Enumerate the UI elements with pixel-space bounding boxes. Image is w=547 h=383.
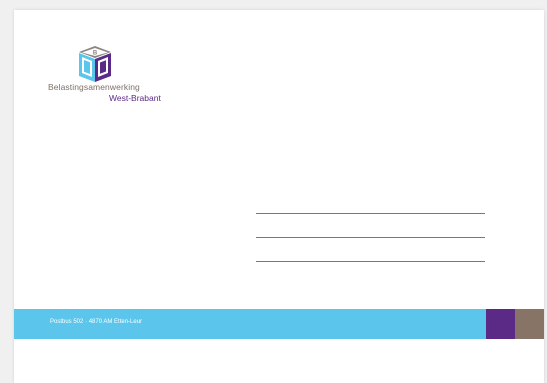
- logo-region: West-Brabant: [109, 93, 161, 103]
- address-line-3: [256, 261, 485, 262]
- footer-taupe-block: [515, 309, 544, 339]
- footer-bar: Postbus 502 · 4870 AM Etten-Leur: [14, 309, 544, 339]
- footer-address: Postbus 502 · 4870 AM Etten-Leur: [50, 319, 143, 325]
- address-line-1: [256, 213, 485, 214]
- envelope: B Belastingsamenwerking West-Brabant Pos…: [14, 10, 544, 383]
- address-line-2: [256, 237, 485, 238]
- footer-main-band: Postbus 502 · 4870 AM Etten-Leur: [14, 309, 486, 339]
- bwb-cube-logo-icon: B: [79, 46, 111, 82]
- footer-purple-block: [486, 309, 515, 339]
- svg-text:B: B: [93, 51, 98, 57]
- logo: B Belastingsamenwerking West-Brabant: [48, 44, 161, 104]
- logo-name: Belastingsamenwerking: [48, 82, 140, 92]
